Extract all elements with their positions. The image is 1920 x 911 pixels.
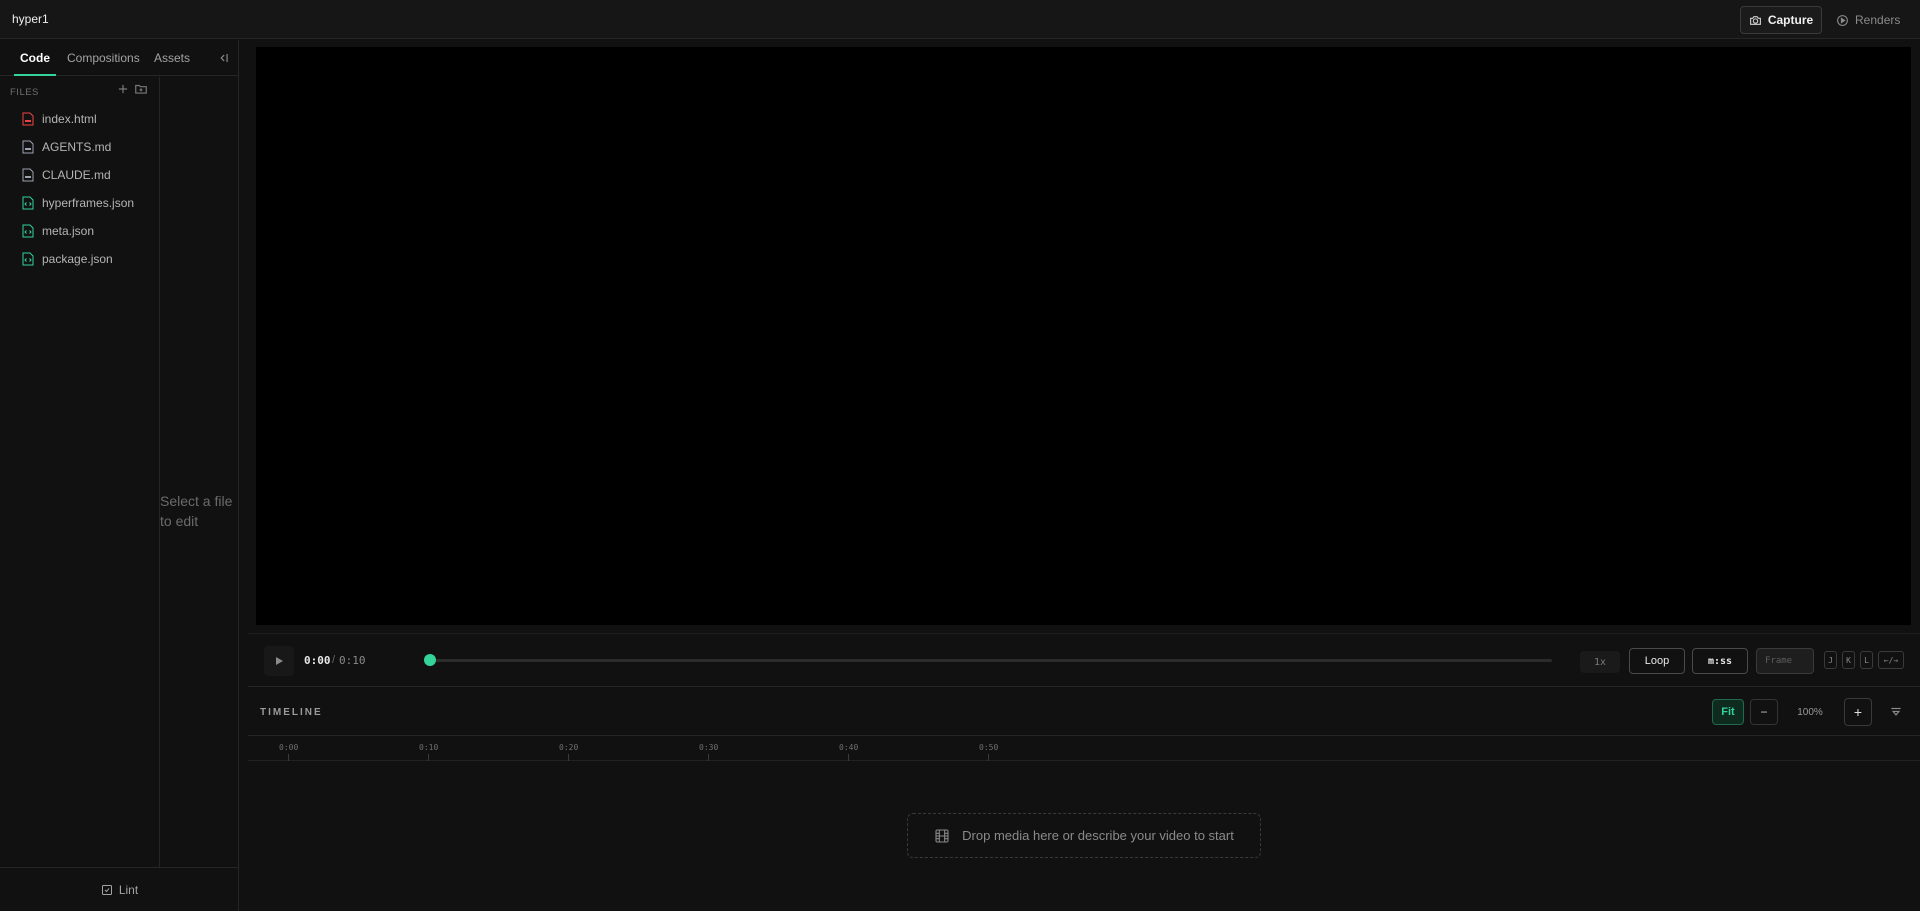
renders-button[interactable]: Renders	[1836, 6, 1906, 34]
ruler-tick-mark	[288, 754, 289, 761]
scrubber-handle[interactable]	[424, 654, 436, 666]
tab-compositions[interactable]: Compositions	[67, 40, 140, 76]
markdown-file-icon	[22, 140, 34, 154]
file-name: package.json	[42, 252, 113, 266]
key-hint-l: L	[1860, 651, 1873, 669]
lint-label: Lint	[118, 882, 139, 897]
ruler-tick-mark	[988, 754, 989, 761]
json-file-icon	[22, 224, 34, 238]
filter-icon[interactable]	[1889, 705, 1903, 719]
timeline-header: TIMELINE Fit − 100% +	[248, 688, 1920, 736]
html-file-icon	[22, 112, 34, 126]
capture-label: Capture	[1767, 13, 1814, 27]
key-hint-k: K	[1842, 651, 1855, 669]
ruler-tick-label: 0:50	[979, 743, 999, 752]
new-file-icon[interactable]	[116, 82, 130, 96]
file-explorer: FILES index.html AGENTS.md CLAUDE.md hyp…	[0, 77, 160, 867]
camera-icon	[1749, 15, 1761, 25]
tab-code[interactable]: Code	[14, 40, 56, 76]
collapse-panel-icon[interactable]	[216, 51, 230, 65]
app-title: hyper1	[12, 12, 49, 26]
zoom-level: 100%	[1797, 707, 1823, 718]
renders-label: Renders	[1855, 13, 1901, 27]
new-folder-icon[interactable]	[134, 82, 148, 96]
left-panel: Code Compositions Assets FILES index.htm…	[0, 40, 239, 911]
file-name: AGENTS.md	[42, 140, 112, 154]
file-item-hyperframes-json[interactable]: hyperframes.json	[0, 189, 160, 217]
json-file-icon	[22, 252, 34, 266]
tab-assets[interactable]: Assets	[154, 40, 190, 76]
drop-zone-text: Drop media here or describe your video t…	[962, 828, 1234, 843]
ruler-tick-mark	[428, 754, 429, 761]
file-item-package-json[interactable]: package.json	[0, 245, 160, 273]
editor-empty-message: Select a file to edit	[160, 493, 233, 529]
file-name: index.html	[42, 112, 97, 126]
top-bar: hyper1 Capture Renders	[0, 0, 1920, 39]
film-icon	[935, 828, 949, 843]
json-file-icon	[22, 196, 34, 210]
capture-button[interactable]: Capture	[1740, 6, 1822, 34]
play-icon	[276, 657, 283, 665]
file-item-agents-md[interactable]: AGENTS.md	[0, 133, 160, 161]
zoom-out-button[interactable]: −	[1750, 699, 1778, 725]
time-format-button[interactable]: m:ss	[1692, 648, 1748, 674]
code-editor-empty: Select a file to edit	[160, 77, 239, 867]
key-hint-arrows: ←/→	[1878, 651, 1904, 669]
media-drop-zone[interactable]: Drop media here or describe your video t…	[907, 813, 1261, 858]
file-list: index.html AGENTS.md CLAUDE.md hyperfram…	[0, 105, 160, 273]
preview-canvas[interactable]	[256, 47, 1911, 625]
ruler-tick-mark	[848, 754, 849, 761]
total-time: 0:10	[339, 654, 366, 667]
file-name: meta.json	[42, 224, 95, 238]
ruler-tick-label: 0:00	[279, 743, 299, 752]
play-button[interactable]	[264, 646, 294, 676]
checkbox-icon	[101, 884, 112, 895]
lint-button[interactable]: Lint	[0, 867, 239, 911]
fit-button[interactable]: Fit	[1712, 699, 1744, 725]
ruler-tick-label: 0:40	[839, 743, 859, 752]
timeline-title: TIMELINE	[260, 707, 323, 718]
timeline-ruler[interactable]: 0:00 0:10 0:20 0:30 0:40 0:50	[248, 737, 1920, 761]
time-separator: /	[332, 654, 336, 666]
file-item-meta-json[interactable]: meta.json	[0, 217, 160, 245]
current-time: 0:00	[304, 654, 331, 667]
sidebar-tabs: Code Compositions Assets	[0, 40, 239, 76]
loop-button[interactable]: Loop	[1629, 648, 1685, 674]
playback-speed-button[interactable]: 1x	[1580, 651, 1620, 673]
file-item-claude-md[interactable]: CLAUDE.md	[0, 161, 160, 189]
ruler-tick-label: 0:30	[699, 743, 719, 752]
file-name: hyperframes.json	[42, 196, 135, 210]
ruler-tick-label: 0:10	[419, 743, 439, 752]
file-item-index-html[interactable]: index.html	[0, 105, 160, 133]
frame-input[interactable]	[1756, 648, 1814, 674]
zoom-in-button[interactable]: +	[1844, 698, 1872, 726]
key-hint-j: J	[1824, 651, 1837, 669]
ruler-tick-label: 0:20	[559, 743, 579, 752]
markdown-file-icon	[22, 168, 34, 182]
file-name: CLAUDE.md	[42, 168, 111, 182]
files-header: FILES	[10, 87, 39, 98]
scrubber-track[interactable]	[428, 659, 1552, 662]
play-circle-icon	[1837, 14, 1848, 26]
ruler-tick-mark	[708, 754, 709, 761]
playback-controls: 0:00 / 0:10 1x Loop m:ss J K L ←/→	[248, 633, 1920, 687]
ruler-tick-mark	[568, 754, 569, 761]
preview-area	[240, 40, 1920, 632]
